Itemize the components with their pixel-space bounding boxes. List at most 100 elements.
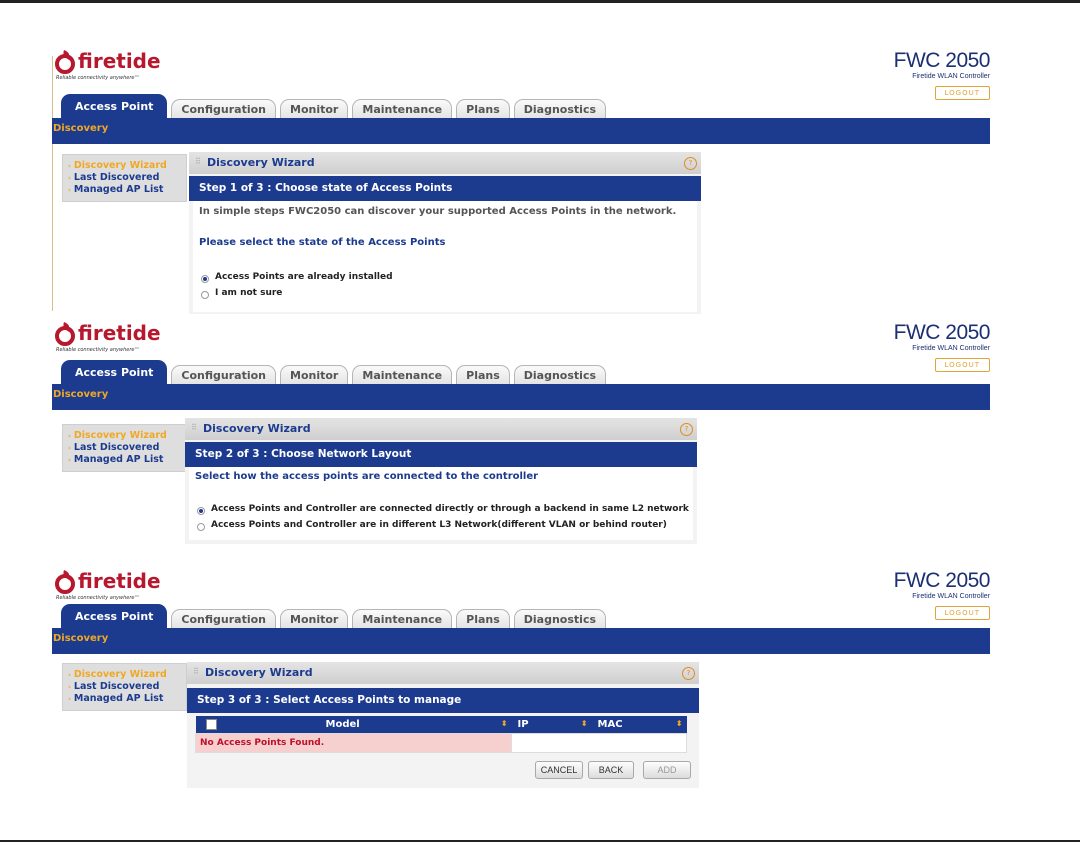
product-name: FWC 2050 xyxy=(893,569,991,592)
menu-label: Discovery Wizard xyxy=(73,669,167,680)
menu-label: Managed AP List xyxy=(73,454,164,465)
step-title: Step 3 of 3 : Select Access Points to ma… xyxy=(187,688,699,713)
menu-label: Last Discovered xyxy=(73,442,160,453)
side-menu: › Discovery Wizard › Last Discovered › Mana… xyxy=(62,663,187,711)
sort-icon: ⬍ xyxy=(580,719,588,728)
tab-access-point[interactable]: Access Point xyxy=(61,94,168,118)
tab-diagnostics[interactable]: Diagnostics xyxy=(513,609,607,628)
screenshot-step-2: firetide Reliable connectivity anywhere™… xyxy=(52,320,991,548)
menu-item-discovery-wizard[interactable]: › Discovery Wizard xyxy=(68,430,186,442)
tab-configuration[interactable]: Configuration xyxy=(171,609,277,628)
logo-word: firetide xyxy=(78,49,161,73)
discovery-wizard-panel: ⠿ Discovery Wizard ? Step 1 of 3 : Choos… xyxy=(189,152,701,314)
tab-access-point[interactable]: Access Point xyxy=(61,360,168,384)
breadcrumb[interactable]: Discovery xyxy=(53,633,108,644)
product-name: FWC 2050 xyxy=(893,321,991,344)
bottom-rule xyxy=(0,840,1080,842)
chevron-right-icon: › xyxy=(68,683,71,691)
radio-already-installed[interactable] xyxy=(201,275,209,283)
column-ip[interactable]: IP ⬍ xyxy=(511,716,592,734)
add-button[interactable]: ADD xyxy=(643,761,691,779)
chevron-right-icon: › xyxy=(68,671,71,679)
tab-plans[interactable]: Plans xyxy=(456,99,510,118)
product-header: FWC 2050 Firetide WLAN Controller LOGOUT xyxy=(893,569,991,620)
wizard-title: Discovery Wizard xyxy=(207,156,315,169)
tab-maintenance[interactable]: Maintenance xyxy=(352,99,453,118)
wizard-title: Discovery Wizard xyxy=(203,422,311,435)
menu-item-discovery-wizard[interactable]: › Discovery Wizard xyxy=(68,669,186,681)
tab-diagnostics[interactable]: Diagnostics xyxy=(513,99,607,118)
tab-access-point[interactable]: Access Point xyxy=(61,604,168,628)
wizard-header: ⠿ Discovery Wizard ? xyxy=(185,418,697,440)
help-icon[interactable]: ? xyxy=(684,157,697,170)
logout-button[interactable]: LOGOUT xyxy=(934,86,990,100)
help-icon[interactable]: ? xyxy=(682,667,695,680)
menu-label: Last Discovered xyxy=(73,681,160,692)
drag-grip-icon: ⠿ xyxy=(191,423,197,432)
tab-maintenance[interactable]: Maintenance xyxy=(352,365,453,384)
menu-item-last-discovered[interactable]: › Last Discovered xyxy=(68,172,186,184)
help-icon[interactable]: ? xyxy=(680,423,693,436)
column-label: MAC xyxy=(597,719,623,730)
tab-plans[interactable]: Plans xyxy=(456,609,510,628)
breadcrumb[interactable]: Discovery xyxy=(53,123,108,134)
drag-grip-icon: ⠿ xyxy=(193,667,199,676)
wizard-title: Discovery Wizard xyxy=(205,666,313,679)
product-name: FWC 2050 xyxy=(893,49,991,72)
tab-monitor[interactable]: Monitor xyxy=(280,609,349,628)
chevron-right-icon: › xyxy=(68,432,71,440)
radio-different-l3[interactable] xyxy=(197,523,205,531)
logout-button[interactable]: LOGOUT xyxy=(934,358,990,372)
tab-monitor[interactable]: Monitor xyxy=(280,365,349,384)
main-tabs: Access Point Configuration Monitor Maint… xyxy=(61,360,610,384)
back-button[interactable]: BACK xyxy=(588,761,634,779)
empty-message: No Access Points Found. xyxy=(195,733,512,753)
tab-configuration[interactable]: Configuration xyxy=(171,365,277,384)
logo-word: firetide xyxy=(78,321,161,345)
logo-word: firetide xyxy=(78,569,161,593)
menu-item-managed-ap-list[interactable]: › Managed AP List xyxy=(68,184,186,196)
screenshot-step-1: firetide Reliable connectivity anywhere™… xyxy=(52,48,991,316)
menu-item-managed-ap-list[interactable]: › Managed AP List xyxy=(68,454,186,466)
wizard-header: ⠿ Discovery Wizard ? xyxy=(189,152,701,174)
product-subtitle: Firetide WLAN Controller xyxy=(912,345,990,352)
sort-icon: ⬍ xyxy=(675,719,683,728)
table-header-row: Model ⬍ IP ⬍ MAC ⬍ xyxy=(195,716,687,734)
step-question: Select how the access points are connect… xyxy=(195,471,539,482)
logo-tagline: Reliable connectivity anywhere™ xyxy=(56,595,140,601)
product-header: FWC 2050 Firetide WLAN Controller LOGOUT xyxy=(893,321,991,372)
sort-icon: ⬍ xyxy=(500,719,508,728)
tab-maintenance[interactable]: Maintenance xyxy=(352,609,453,628)
tab-plans[interactable]: Plans xyxy=(456,365,510,384)
side-menu: › Discovery Wizard › Last Discovered › Mana… xyxy=(62,424,187,472)
tab-configuration[interactable]: Configuration xyxy=(171,99,277,118)
menu-label: Discovery Wizard xyxy=(73,430,167,441)
chevron-right-icon: › xyxy=(68,162,71,170)
menu-item-last-discovered[interactable]: › Last Discovered xyxy=(68,442,186,454)
menu-item-discovery-wizard[interactable]: › Discovery Wizard xyxy=(68,160,186,172)
menu-label: Discovery Wizard xyxy=(73,160,167,171)
logout-button[interactable]: LOGOUT xyxy=(934,606,990,620)
select-all-checkbox[interactable] xyxy=(205,718,217,730)
menu-item-managed-ap-list[interactable]: › Managed AP List xyxy=(68,693,186,705)
tab-monitor[interactable]: Monitor xyxy=(280,99,349,118)
column-model[interactable]: Model ⬍ xyxy=(319,716,512,734)
radio-same-l2[interactable] xyxy=(197,507,205,515)
product-subtitle: Firetide WLAN Controller xyxy=(912,593,990,600)
firetide-logo: firetide Reliable connectivity anywhere™ xyxy=(54,48,164,100)
logo-tagline: Reliable connectivity anywhere™ xyxy=(56,347,140,353)
discovery-wizard-panel: ⠿ Discovery Wizard ? Step 3 of 3 : Selec… xyxy=(187,662,699,788)
section-bar: Discovery xyxy=(52,628,990,654)
breadcrumb[interactable]: Discovery xyxy=(53,389,108,400)
cancel-button[interactable]: CANCEL xyxy=(535,761,583,779)
logo-tagline: Reliable connectivity anywhere™ xyxy=(56,75,140,81)
radio-not-sure[interactable] xyxy=(201,291,209,299)
drag-grip-icon: ⠿ xyxy=(195,157,201,166)
wizard-header: ⠿ Discovery Wizard ? xyxy=(187,662,699,684)
tab-diagnostics[interactable]: Diagnostics xyxy=(513,365,607,384)
top-rule xyxy=(0,0,1080,3)
radio-label: Access Points are already installed xyxy=(215,272,393,282)
table-row: No Access Points Found. xyxy=(195,733,687,753)
column-mac[interactable]: MAC ⬍ xyxy=(591,716,687,734)
menu-item-last-discovered[interactable]: › Last Discovered xyxy=(68,681,186,693)
